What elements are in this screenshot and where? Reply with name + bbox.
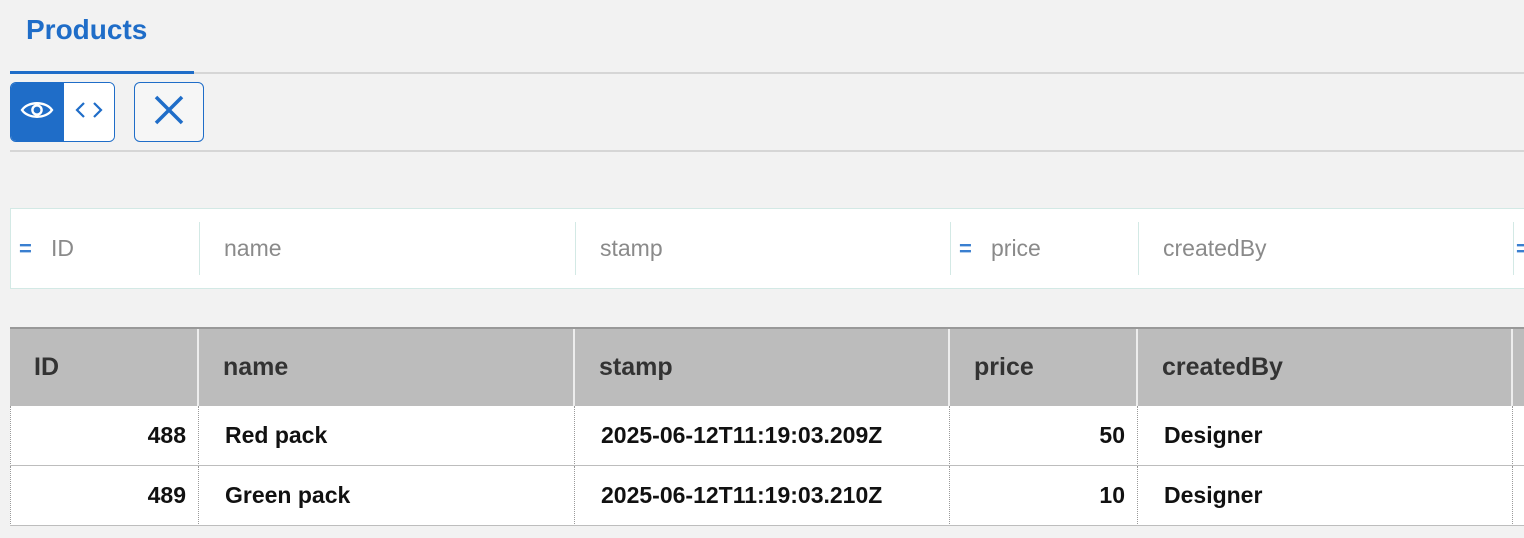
equals-icon: = xyxy=(1516,235,1524,261)
code-button[interactable] xyxy=(62,83,114,141)
filter-label: createdBy xyxy=(1163,235,1267,261)
eye-icon xyxy=(20,99,54,126)
filter-label: name xyxy=(224,235,282,261)
filter-price[interactable]: = price xyxy=(951,222,1139,275)
cell-id: 488 xyxy=(10,406,199,464)
table-row[interactable]: 488 Red pack 2025-06-12T11:19:03.209Z 50… xyxy=(10,406,1524,466)
close-button[interactable] xyxy=(134,82,204,142)
cell-createdby: Designer xyxy=(1138,406,1513,464)
filter-extra[interactable]: = xyxy=(1514,222,1524,275)
column-header-name[interactable]: name xyxy=(199,329,575,406)
filter-label: stamp xyxy=(600,235,663,261)
column-header-id[interactable]: ID xyxy=(10,329,199,406)
filter-label: price xyxy=(991,235,1041,261)
column-header-stamp[interactable]: stamp xyxy=(575,329,950,406)
equals-icon: = xyxy=(19,235,32,261)
cell-price: 10 xyxy=(950,466,1138,524)
filter-id[interactable]: = ID xyxy=(11,222,200,275)
table-header: ID name stamp price createdBy xyxy=(10,327,1524,406)
filter-row: = ID name stamp = price createdBy = xyxy=(10,208,1524,289)
cell-stamp: 2025-06-12T11:19:03.209Z xyxy=(575,406,950,464)
products-table: ID name stamp price createdBy 488 Red pa… xyxy=(10,327,1524,526)
cell-id: 489 xyxy=(10,466,199,524)
filter-stamp[interactable]: stamp xyxy=(576,222,951,275)
cell-createdby: Designer xyxy=(1138,466,1513,524)
table-row[interactable]: 489 Green pack 2025-06-12T11:19:03.210Z … xyxy=(10,466,1524,526)
filter-label: ID xyxy=(51,235,74,261)
view-mode-toggle xyxy=(10,82,115,142)
close-icon xyxy=(152,93,186,132)
toolbar-divider xyxy=(10,150,1524,152)
cell-name: Green pack xyxy=(199,466,575,524)
view-button[interactable] xyxy=(11,83,63,141)
code-icon xyxy=(73,99,105,126)
cell-price: 50 xyxy=(950,406,1138,464)
filter-name[interactable]: name xyxy=(200,222,576,275)
column-header-createdby[interactable]: createdBy xyxy=(1138,329,1513,406)
equals-icon: = xyxy=(959,235,972,261)
tab-products[interactable]: Products xyxy=(10,0,194,74)
cell-name: Red pack xyxy=(199,406,575,464)
column-header-price[interactable]: price xyxy=(950,329,1138,406)
tab-bar: Products xyxy=(10,0,1524,74)
cell-stamp: 2025-06-12T11:19:03.210Z xyxy=(575,466,950,524)
filter-createdby[interactable]: createdBy xyxy=(1139,222,1514,275)
